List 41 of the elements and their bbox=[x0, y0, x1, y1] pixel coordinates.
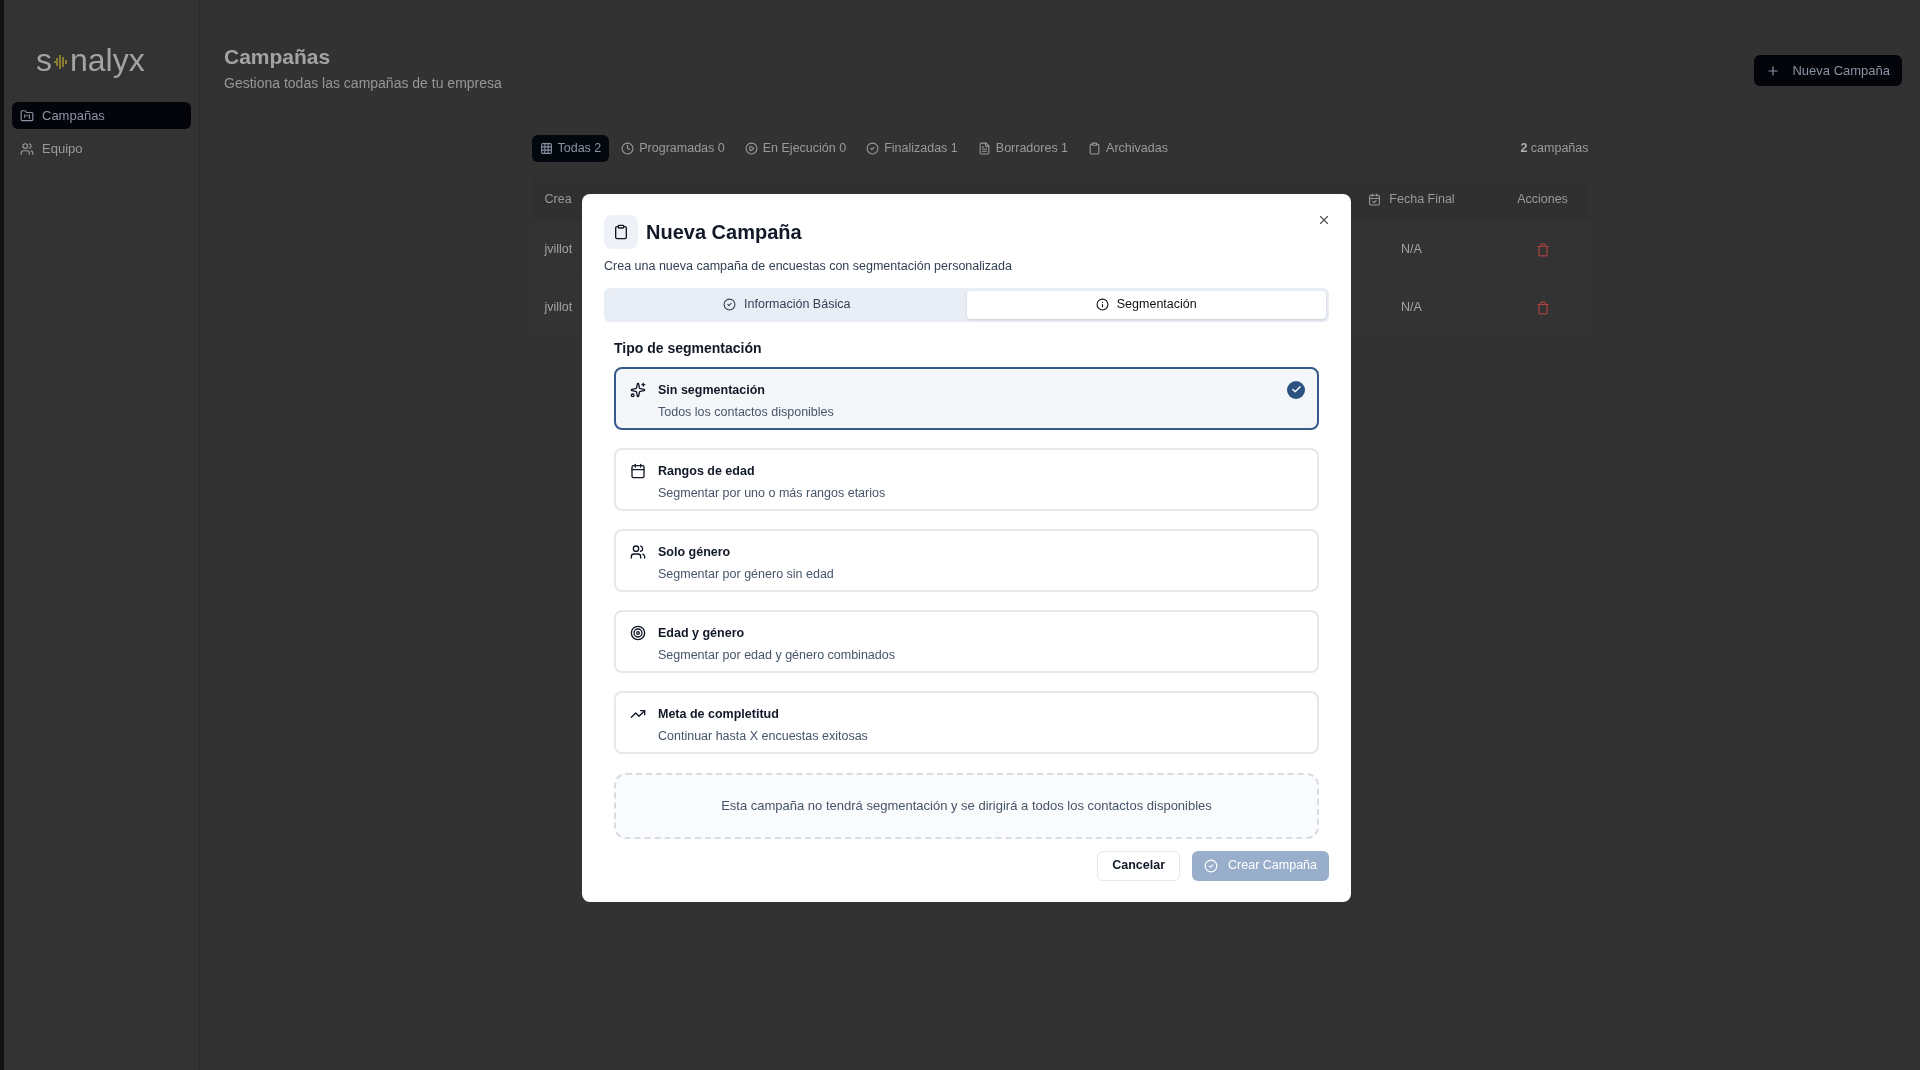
option-description: Segmentar por género sin edad bbox=[658, 565, 834, 583]
table-cell-text: N/A bbox=[1400, 299, 1423, 317]
campaign-count: 2 campañas bbox=[1520, 139, 1589, 157]
table-cell-text: jvillot bbox=[543, 241, 573, 259]
sidebar-item[interactable]: Campañas bbox=[12, 102, 191, 129]
filter-tab[interactable]: Borradores 1 bbox=[969, 134, 1077, 162]
option-description: Continuar hasta X encuestas exitosas bbox=[658, 727, 868, 745]
dialog-tab[interactable]: Segmentación bbox=[966, 290, 1326, 319]
filter-tab[interactable]: Finalizadas 1 bbox=[858, 134, 966, 162]
cancel-button[interactable]: Cancelar bbox=[1097, 850, 1181, 881]
option-description: Segmentar por edad y género combinados bbox=[658, 646, 895, 664]
segmentation-option[interactable]: Meta de completitud Continuar hasta X encuestas exitosas bbox=[614, 690, 1319, 754]
option-title: Sin segmentación bbox=[658, 381, 766, 399]
section-title: Tipo de segmentación bbox=[614, 338, 763, 358]
segmentation-option[interactable]: Sin segmentación Todos los contactos disponibles bbox=[614, 366, 1319, 430]
table-cell-text: jvillot bbox=[543, 299, 573, 317]
segmentation-option[interactable]: Edad y género Segmentar por edad y género combinados bbox=[614, 609, 1319, 673]
option-description: Todos los contactos disponibles bbox=[658, 403, 834, 421]
filter-tab[interactable]: Todas 2 bbox=[531, 134, 610, 162]
option-description: Segmentar por uno o más rangos etarios bbox=[658, 484, 886, 502]
dialog-tab[interactable]: Información Básica bbox=[607, 290, 967, 319]
sidebar-item[interactable]: Equipo bbox=[12, 135, 191, 162]
option-title: Meta de completitud bbox=[658, 705, 780, 723]
segmentation-option[interactable]: Solo género Segmentar por género sin edad bbox=[614, 528, 1319, 592]
filter-tab[interactable]: En Ejecución 0 bbox=[736, 134, 855, 162]
dialog-title: Nueva Campaña bbox=[646, 220, 802, 245]
logo: s nalyx bbox=[35, 41, 146, 80]
option-title: Rangos de edad bbox=[658, 462, 756, 480]
page-title: Campañas bbox=[224, 46, 332, 67]
new-campaign-button[interactable]: Nueva Campaña bbox=[1754, 55, 1902, 86]
filter-tab[interactable]: Programadas 0 bbox=[613, 134, 733, 162]
segmentation-option[interactable]: Rangos de edad Segmentar por uno o más rangos etarios bbox=[614, 447, 1319, 511]
column-header: Crea bbox=[543, 190, 572, 208]
option-title: Solo género bbox=[658, 543, 732, 561]
page-subtitle: Gestiona todas las campañas de tu empresa bbox=[224, 74, 502, 93]
filter-tab[interactable]: Archivadas bbox=[1080, 134, 1176, 162]
option-title: Edad y género bbox=[658, 624, 746, 642]
info-message: Esta campaña no tendrá segmentación y se dirigirá a todos los contactos disponibles bbox=[721, 797, 1212, 815]
column-header: Acciones bbox=[1516, 190, 1569, 208]
dialog-subtitle: Crea una nueva campaña de encuestas con segmentación personalizada bbox=[604, 258, 1013, 275]
table-cell-text: N/A bbox=[1400, 241, 1423, 259]
